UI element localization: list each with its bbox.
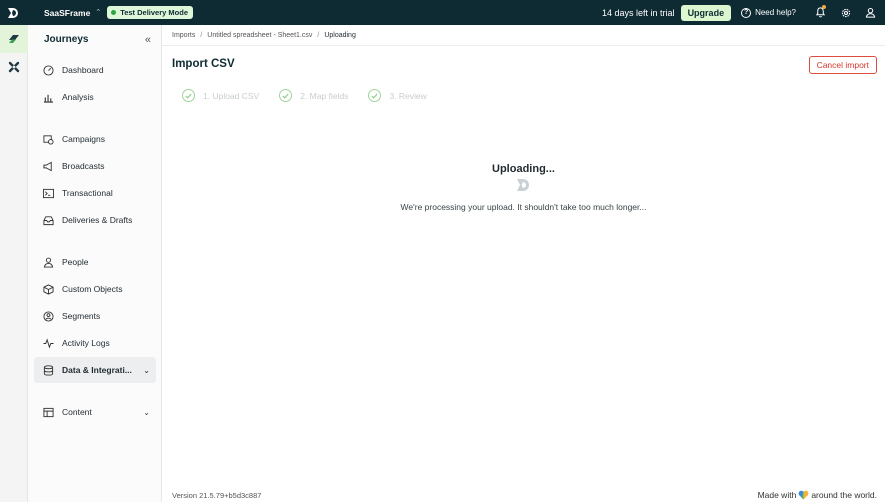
cancel-import-button[interactable]: Cancel import xyxy=(808,56,877,74)
heart-icon xyxy=(798,490,809,500)
notification-dot xyxy=(822,5,826,9)
person-icon xyxy=(42,256,54,268)
journeys-product-button[interactable] xyxy=(0,25,28,53)
help-icon: ? xyxy=(741,7,752,18)
cube-icon xyxy=(42,283,54,295)
status-title: Uploading... xyxy=(492,163,555,175)
sidebar-item-label: People xyxy=(62,257,89,267)
chevron-updown-icon: ⌃ xyxy=(95,9,102,16)
step-label: 2. Map fields xyxy=(300,90,349,101)
help-link[interactable]: ? Need help? xyxy=(741,7,796,18)
step-upload: 1. Upload CSV xyxy=(182,89,259,102)
breadcrumb-current: Uploading xyxy=(324,31,356,39)
main-content: Imports / Untitled spreadsheet - Sheet1.… xyxy=(162,25,885,502)
chevron-down-icon: ⌄ xyxy=(143,365,150,375)
account-button[interactable] xyxy=(858,0,883,25)
mode-badge-label: Test Delivery Mode xyxy=(120,8,188,17)
workspace-name: SaaSFrame xyxy=(44,7,91,18)
top-bar: SaaSFrame ⌃ Test Delivery Mode 14 days l… xyxy=(0,0,885,25)
breadcrumb-file[interactable]: Untitled spreadsheet - Sheet1.csv xyxy=(207,32,312,39)
sidebar-item-people[interactable]: People xyxy=(34,249,156,275)
chevron-down-icon: ⌄ xyxy=(143,407,150,417)
sidebar-item-campaigns[interactable]: Campaigns xyxy=(34,126,156,152)
import-steps: 1. Upload CSV 2. Map fields 3. Review xyxy=(182,89,447,102)
sidebar-item-broadcasts[interactable]: Broadcasts xyxy=(34,153,156,179)
product-rail xyxy=(0,25,28,502)
sidebar-item-segments[interactable]: Segments xyxy=(34,303,156,329)
sidebar-item-analysis[interactable]: Analysis xyxy=(34,84,156,110)
status-message: We're processing your upload. It shouldn… xyxy=(400,202,647,212)
integrations-product-button[interactable] xyxy=(0,53,28,81)
sidebar-item-label: Deliveries & Drafts xyxy=(62,215,133,225)
sidebar-item-deliveries[interactable]: Deliveries & Drafts xyxy=(34,207,156,233)
campaign-icon xyxy=(42,133,54,145)
upgrade-button[interactable]: Upgrade xyxy=(680,4,732,21)
sidebar-item-label: Dashboard xyxy=(62,65,104,75)
sidebar: Journeys « Dashboard Analysis Campaigns … xyxy=(28,25,162,502)
activity-icon xyxy=(42,337,54,349)
sidebar-item-transactional[interactable]: Transactional xyxy=(34,180,156,206)
upload-status: Uploading... We're processing your uploa… xyxy=(162,163,885,212)
test-mode-badge[interactable]: Test Delivery Mode xyxy=(107,6,193,19)
sidebar-item-label: Content xyxy=(62,407,92,417)
sidebar-item-data-integrations[interactable]: Data & Integrati... ⌄ xyxy=(34,357,156,383)
sidebar-item-label: Custom Objects xyxy=(62,284,123,294)
sidebar-item-label: Activity Logs xyxy=(62,338,110,348)
workspace-switcher[interactable]: SaaSFrame ⌃ xyxy=(44,8,101,18)
sidebar-item-label: Broadcasts xyxy=(62,161,105,171)
gear-icon xyxy=(841,8,850,17)
app-logo-icon[interactable] xyxy=(0,0,28,25)
collapse-sidebar-icon[interactable]: « xyxy=(145,34,151,46)
check-circle-icon xyxy=(182,89,195,102)
sidebar-item-activity-logs[interactable]: Activity Logs xyxy=(34,330,156,356)
sidebar-item-label: Transactional xyxy=(62,188,113,198)
gauge-icon xyxy=(42,64,54,76)
trial-text: 14 days left in trial xyxy=(602,7,675,18)
terminal-icon xyxy=(42,187,54,199)
step-label: 1. Upload CSV xyxy=(203,90,260,101)
sidebar-item-label: Analysis xyxy=(62,92,94,102)
notifications-button[interactable] xyxy=(808,0,833,25)
bar-chart-icon xyxy=(42,91,54,103)
breadcrumb: Imports / Untitled spreadsheet - Sheet1.… xyxy=(162,25,885,46)
step-label: 3. Review xyxy=(389,90,427,101)
journeys-icon xyxy=(9,35,19,43)
help-label: Need help? xyxy=(755,8,796,17)
user-icon xyxy=(865,7,876,18)
sidebar-item-label: Campaigns xyxy=(62,134,105,144)
settings-button[interactable] xyxy=(833,0,858,25)
loading-spinner-icon xyxy=(514,177,534,193)
check-circle-icon xyxy=(279,89,293,102)
version-text: Version 21.5.79+b5d3c887 xyxy=(172,491,262,500)
sidebar-item-content[interactable]: Content ⌄ xyxy=(34,399,156,425)
made-with-text: Made with around the world. xyxy=(757,490,877,500)
sidebar-item-dashboard[interactable]: Dashboard xyxy=(34,57,156,83)
breadcrumb-imports[interactable]: Imports xyxy=(172,32,195,39)
megaphone-icon xyxy=(42,160,54,172)
layout-icon xyxy=(42,406,54,418)
sidebar-item-label: Segments xyxy=(62,311,101,321)
status-dot-icon xyxy=(111,10,117,15)
page-title: Import CSV xyxy=(172,58,235,70)
puzzle-x-icon xyxy=(8,61,20,73)
segments-icon xyxy=(42,310,54,322)
check-circle-icon xyxy=(368,89,382,102)
step-review: 3. Review xyxy=(368,89,427,102)
inbox-icon xyxy=(42,214,54,226)
database-icon xyxy=(42,364,54,376)
sidebar-item-label: Data & Integrati... xyxy=(62,365,132,375)
step-map-fields: 2. Map fields xyxy=(279,89,348,102)
sidebar-item-custom-objects[interactable]: Custom Objects xyxy=(34,276,156,302)
sidebar-title: Journeys xyxy=(44,34,89,45)
